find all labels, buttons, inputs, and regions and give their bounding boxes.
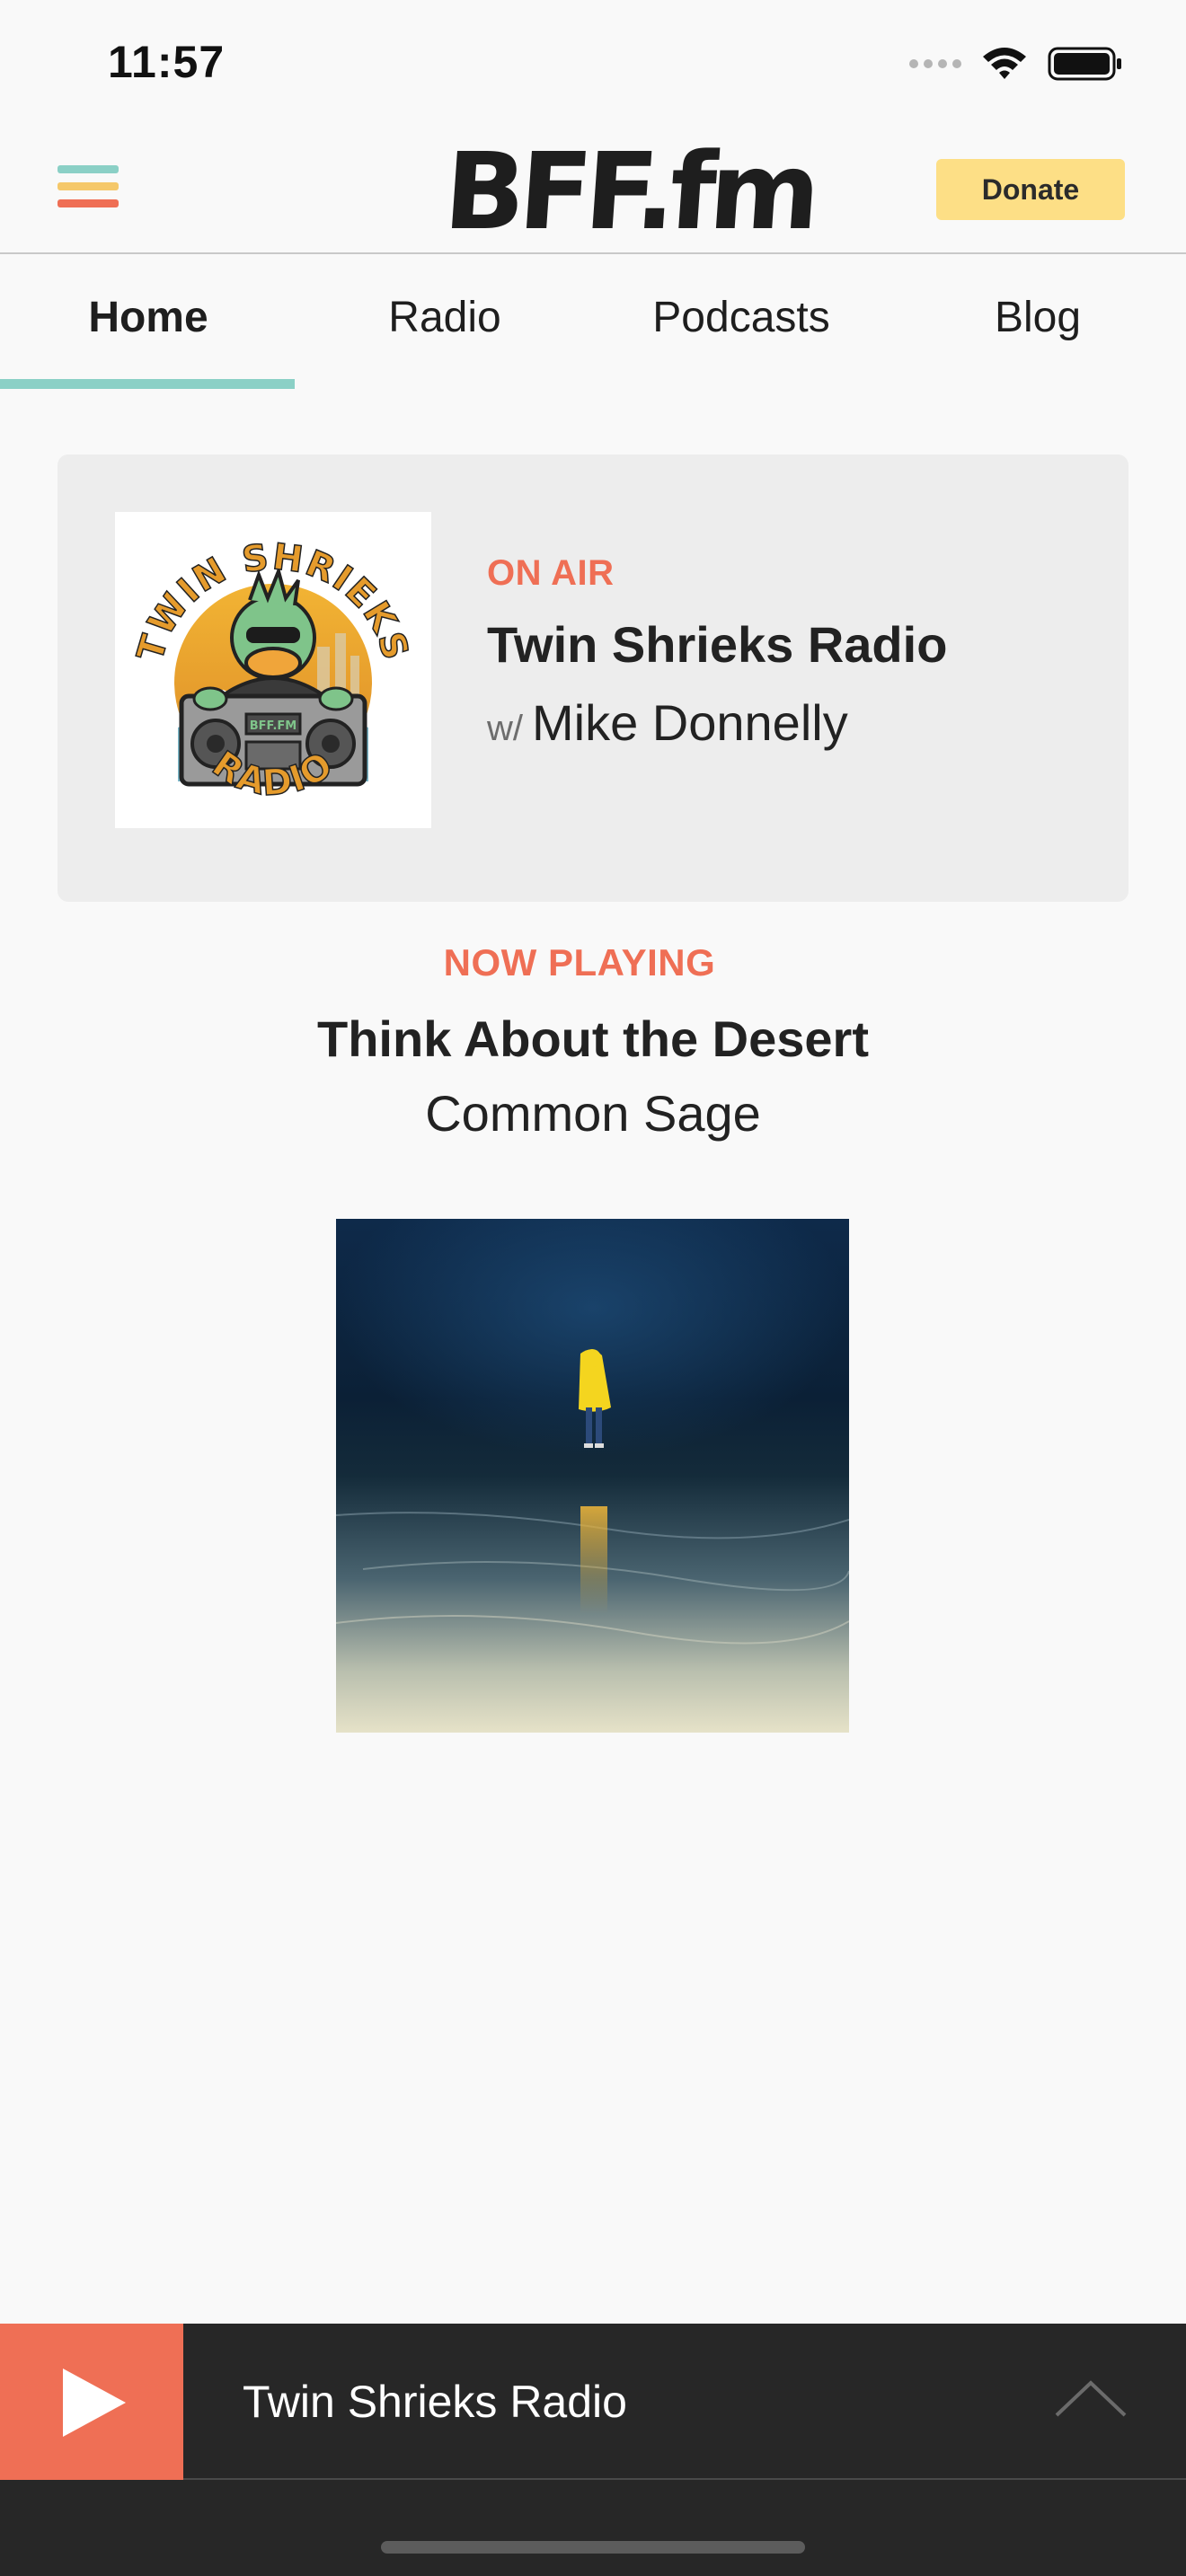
app-header: BFF.fm Donate — [0, 126, 1186, 254]
tab-blog[interactable]: Blog — [890, 256, 1186, 389]
on-air-info: ON AIR Twin Shrieks Radio w/ Mike Donnel… — [487, 553, 947, 752]
chevron-up-icon[interactable] — [1053, 2376, 1128, 2421]
mini-player: Twin Shrieks Radio — [0, 2324, 1186, 2480]
on-air-label: ON AIR — [487, 553, 615, 593]
status-bar: 11:57 — [0, 0, 1186, 126]
home-indicator[interactable] — [381, 2541, 805, 2554]
player-station-title[interactable]: Twin Shrieks Radio — [243, 2324, 627, 2480]
donate-button[interactable]: Donate — [936, 159, 1125, 220]
tab-radio[interactable]: Radio — [296, 256, 593, 389]
hamburger-menu-icon[interactable] — [58, 165, 119, 212]
status-icons — [909, 41, 1123, 86]
host-prefix: w/ — [487, 709, 523, 748]
track-artist: Common Sage — [425, 1085, 761, 1142]
bff-fm-logo[interactable]: BFF.fm — [440, 129, 819, 253]
tab-home[interactable]: Home — [0, 256, 296, 389]
main-tabs: Home Radio Podcasts Blog — [0, 256, 1186, 389]
now-playing-label: NOW PLAYING — [443, 941, 716, 984]
home-indicator-area — [0, 2480, 1186, 2576]
play-icon — [63, 2369, 126, 2437]
show-artwork: BFF.FM TWIN SHRIEKS RADIO — [115, 512, 431, 828]
track-title: Think About the Desert — [317, 1010, 869, 1067]
battery-icon — [1048, 47, 1121, 81]
signal-icon — [909, 59, 961, 68]
tab-podcasts[interactable]: Podcasts — [593, 256, 890, 389]
host-line: w/ Mike Donnelly — [487, 693, 947, 752]
status-time: 11:57 — [108, 37, 226, 87]
album-artwork — [335, 1219, 850, 1733]
now-playing-section: NOW PLAYING Think About the Desert Commo… — [0, 941, 1186, 1142]
host-name: Mike Donnelly — [532, 694, 848, 751]
show-title: Twin Shrieks Radio — [487, 616, 948, 673]
svg-text:BFF.FM: BFF.FM — [250, 719, 297, 733]
wifi-icon — [983, 48, 1026, 79]
play-button[interactable] — [0, 2324, 183, 2480]
on-air-card[interactable]: BFF.FM TWIN SHRIEKS RADIO ON AIR Twin Sh… — [58, 454, 1128, 902]
